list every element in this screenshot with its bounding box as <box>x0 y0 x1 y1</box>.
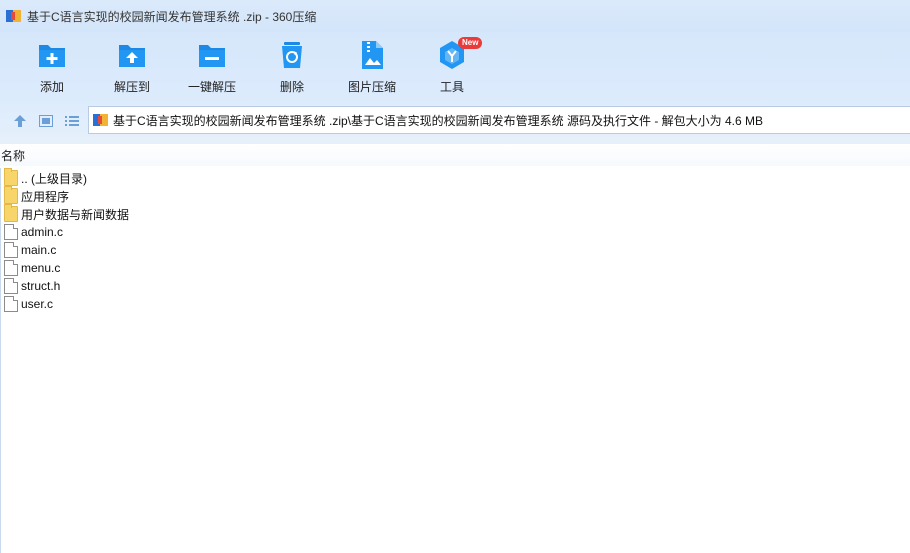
add-label: 添加 <box>39 80 64 94</box>
list-item-name: main.c <box>21 243 57 257</box>
file-icon <box>4 260 18 276</box>
title-bar: 基于C语言实现的校园新闻发布管理系统 .zip - 360压缩 <box>0 0 910 32</box>
list-item[interactable]: main.c <box>4 241 56 259</box>
new-badge: New <box>458 37 483 49</box>
add-folder-icon <box>39 45 65 67</box>
folder-icon <box>4 168 18 186</box>
thumbnail-view-button[interactable] <box>37 113 55 129</box>
extract-to-icon <box>119 45 145 67</box>
list-item-name: 应用程序 <box>21 189 70 204</box>
list-item-parent-dir[interactable]: .. (上级目录) <box>4 168 87 187</box>
column-header-name[interactable]: 名称 <box>0 147 25 164</box>
list-item[interactable]: user.c <box>4 295 53 313</box>
image-compress-label: 图片压缩 <box>347 80 396 94</box>
zip-archive-icon <box>93 112 109 128</box>
path-text: 基于C语言实现的校园新闻发布管理系统 .zip\基于C语言实现的校园新闻发布管理… <box>113 113 764 128</box>
thumbnail-view-icon <box>39 115 53 127</box>
list-view-button[interactable] <box>63 113 81 129</box>
list-item[interactable]: struct.h <box>4 277 60 295</box>
file-icon <box>4 224 18 240</box>
address-bar: 基于C语言实现的校园新闻发布管理系统 .zip\基于C语言实现的校园新闻发布管理… <box>0 98 910 144</box>
extract-to-button[interactable]: 解压到 <box>102 38 162 96</box>
list-item-name: menu.c <box>21 261 61 275</box>
file-list: .. (上级目录) 应用程序 用户数据与新闻数据 admin.c main.c … <box>0 168 910 553</box>
extract-to-label: 解压到 <box>113 80 150 94</box>
file-icon <box>4 296 18 312</box>
list-item-name: struct.h <box>21 279 61 293</box>
up-level-button[interactable] <box>11 113 29 129</box>
arrow-up-icon <box>14 115 26 127</box>
one-click-extract-label: 一键解压 <box>187 80 236 94</box>
app-logo-icon <box>6 8 22 24</box>
list-item-name: 用户数据与新闻数据 <box>21 207 130 222</box>
delete-button[interactable]: 删除 <box>262 38 322 96</box>
list-item[interactable]: 应用程序 <box>4 186 70 205</box>
add-button[interactable]: 添加 <box>22 38 82 96</box>
path-field[interactable]: 基于C语言实现的校园新闻发布管理系统 .zip\基于C语言实现的校园新闻发布管理… <box>88 106 910 134</box>
one-click-extract-icon <box>199 45 225 67</box>
folder-icon <box>4 204 18 222</box>
list-item-name: admin.c <box>21 225 64 239</box>
list-item[interactable]: admin.c <box>4 223 63 241</box>
delete-label: 删除 <box>279 80 304 94</box>
tools-label: 工具 <box>439 80 464 94</box>
list-item[interactable]: menu.c <box>4 259 60 277</box>
trash-icon <box>282 42 302 68</box>
list-item-name: .. (上级目录) <box>21 171 87 186</box>
image-compress-icon <box>362 41 383 69</box>
tools-button[interactable]: New 工具 <box>422 37 483 96</box>
list-view-icon <box>65 116 79 126</box>
folder-icon <box>4 186 18 204</box>
window-title: 基于C语言实现的校园新闻发布管理系统 .zip - 360压缩 <box>27 9 317 24</box>
list-item-name: user.c <box>21 297 54 311</box>
file-icon <box>4 242 18 258</box>
list-header: 名称 <box>0 144 910 166</box>
main-toolbar: 添加 解压到 一键解压 删除 图片压缩 New 工具 <box>0 32 910 98</box>
one-click-extract-button[interactable]: 一键解压 <box>182 38 242 96</box>
list-item[interactable]: 用户数据与新闻数据 <box>4 204 130 223</box>
file-icon <box>4 278 18 294</box>
image-compress-button[interactable]: 图片压缩 <box>342 38 402 96</box>
